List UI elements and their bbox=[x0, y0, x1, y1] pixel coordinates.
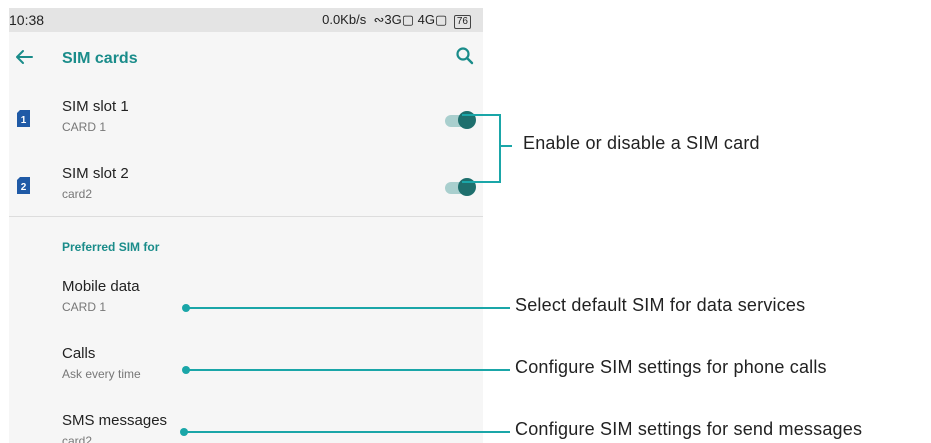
calls-subtitle: Ask every time bbox=[62, 367, 141, 381]
search-icon[interactable] bbox=[455, 46, 475, 66]
signal2-icon: ▢ bbox=[434, 12, 448, 27]
section-divider bbox=[9, 216, 483, 217]
sim-card-1-number: 1 bbox=[21, 115, 27, 126]
status-bar: 10:38 0.0Kb/s ∾3G▢ 4G▢ 76 bbox=[9, 8, 483, 32]
sim-card-2-number: 2 bbox=[21, 182, 27, 193]
wifi-icon: ∾ bbox=[369, 12, 385, 27]
status-time: 10:38 bbox=[9, 12, 45, 28]
callout-toggle-text: Enable or disable a SIM card bbox=[523, 133, 760, 153]
sim-slot-1-subtitle: CARD 1 bbox=[62, 120, 107, 134]
net1-label: 3G bbox=[384, 12, 402, 27]
battery-icon: 76 bbox=[453, 15, 471, 29]
battery-level: 76 bbox=[456, 16, 468, 27]
mobile-data-title: Mobile data bbox=[62, 278, 140, 295]
net-speed: 0.0Kb/s bbox=[322, 12, 367, 27]
callout-sms-text: Configure SIM settings for send messages bbox=[515, 419, 863, 439]
phone-screen: 10:38 0.0Kb/s ∾3G▢ 4G▢ 76 SIM cards 1 SI… bbox=[9, 8, 483, 443]
preferred-sim-header: Preferred SIM for bbox=[62, 240, 160, 254]
sim-slot-1-row[interactable]: 1 SIM slot 1 CARD 1 bbox=[9, 98, 483, 142]
mobile-data-row[interactable]: Mobile data CARD 1 bbox=[9, 278, 483, 322]
sim-slot-1-toggle[interactable] bbox=[443, 110, 477, 130]
app-bar: SIM cards bbox=[9, 36, 483, 76]
sms-messages-row[interactable]: SMS messages card2 bbox=[9, 412, 483, 443]
callout-calls-text: Configure SIM settings for phone calls bbox=[515, 357, 827, 377]
sim-slot-2-title: SIM slot 2 bbox=[62, 165, 129, 182]
mobile-data-subtitle: CARD 1 bbox=[62, 300, 107, 314]
page-title: SIM cards bbox=[62, 50, 138, 67]
arrow-back-icon[interactable] bbox=[13, 46, 35, 68]
sim-slot-2-row[interactable]: 2 SIM slot 2 card2 bbox=[9, 165, 483, 209]
callout-mobile-data-text: Select default SIM for data services bbox=[515, 295, 806, 315]
sms-messages-title: SMS messages bbox=[62, 412, 168, 429]
toggle-thumb bbox=[458, 111, 476, 129]
toggle-thumb bbox=[458, 178, 476, 196]
sim-slot-2-toggle[interactable] bbox=[443, 177, 477, 197]
calls-title: Calls bbox=[62, 345, 96, 362]
sim-card-2-icon: 2 bbox=[17, 177, 30, 194]
sim-slot-1-title: SIM slot 1 bbox=[62, 98, 129, 115]
sim-slot-2-subtitle: card2 bbox=[62, 187, 93, 201]
calls-row[interactable]: Calls Ask every time bbox=[9, 345, 483, 389]
status-right: 0.0Kb/s ∾3G▢ 4G▢ 76 bbox=[322, 12, 471, 29]
net2-label: 4G bbox=[417, 12, 435, 27]
sim-card-1-icon: 1 bbox=[17, 110, 30, 127]
sms-messages-subtitle: card2 bbox=[62, 434, 93, 443]
signal1-icon: ▢ bbox=[401, 12, 414, 27]
